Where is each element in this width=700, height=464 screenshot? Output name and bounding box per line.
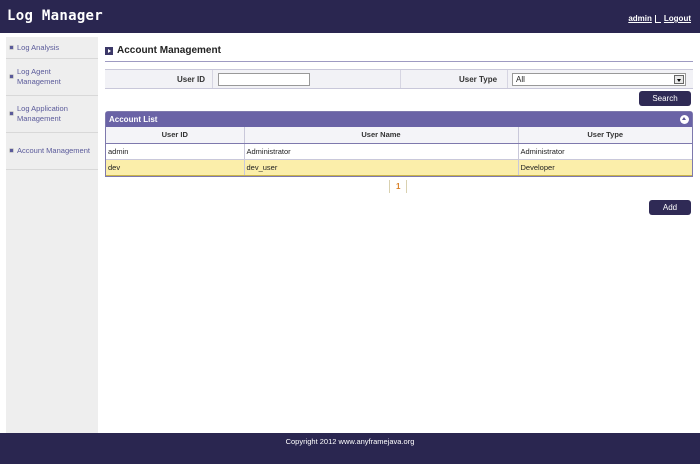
title-arrow-icon xyxy=(105,46,113,55)
page-title-text: Account Management xyxy=(117,45,221,56)
user-area: admin Logout xyxy=(628,14,691,23)
account-table: User ID User Name User Type admin Admini… xyxy=(106,127,692,176)
column-header-user-name[interactable]: User Name xyxy=(244,127,519,144)
account-list-header: Account List xyxy=(106,112,692,127)
user-type-selected-value: All xyxy=(516,75,525,84)
bullet-icon xyxy=(10,45,13,49)
sidebar-item-label: Log Agent Management xyxy=(17,67,61,86)
column-header-user-id[interactable]: User ID xyxy=(106,127,245,144)
title-divider xyxy=(105,61,693,62)
logout-link[interactable]: Logout xyxy=(664,14,691,23)
chevron-down-icon[interactable] xyxy=(674,75,684,84)
collapse-icon[interactable] xyxy=(680,115,689,124)
cell-user-type: Administrator xyxy=(518,143,692,160)
bullet-icon xyxy=(10,149,13,152)
pagination-page-1[interactable]: 1 xyxy=(389,180,408,193)
cell-user-name: dev_user xyxy=(244,159,519,176)
account-list-title: Account List xyxy=(109,115,158,124)
sidebar-item-log-analysis[interactable]: Log Analysis xyxy=(6,37,98,59)
footer: Copyright 2012 www.anyframejava.org xyxy=(0,433,700,464)
table-row-selected[interactable]: dev dev_user Developer xyxy=(106,159,692,176)
cell-user-id: admin xyxy=(106,143,245,160)
footer-copyright: Copyright 2012 www.anyframejava.org xyxy=(285,437,415,446)
add-button[interactable]: Add xyxy=(649,200,691,215)
sidebar-item-label: Log Analysis xyxy=(17,42,60,52)
bullet-icon xyxy=(10,112,13,115)
sidebar-item-label: Log Application Management xyxy=(17,104,68,123)
user-id-input[interactable] xyxy=(218,73,310,86)
sidebar-item-log-agent-management[interactable]: Log Agent Management xyxy=(6,59,98,96)
bullet-icon xyxy=(10,75,13,78)
cell-user-name: Administrator xyxy=(244,143,519,160)
sidebar-item-label: Account Management xyxy=(17,146,90,155)
header-bar: Log Manager admin Logout xyxy=(0,0,700,33)
table-row[interactable]: admin Administrator Administrator xyxy=(106,143,692,160)
cell-user-type: Developer xyxy=(518,159,692,176)
user-type-label: User Type xyxy=(459,75,498,84)
separator-icon xyxy=(654,14,661,23)
search-button[interactable]: Search xyxy=(639,91,691,106)
divider xyxy=(400,70,401,88)
user-id-label: User ID xyxy=(177,75,206,84)
user-type-select[interactable]: All xyxy=(512,73,686,86)
sidebar-item-account-management[interactable]: Account Management xyxy=(6,133,98,170)
sidebar-item-log-application-management[interactable]: Log Application Management xyxy=(6,96,98,133)
account-list-panel: Account List User ID User Name User Type… xyxy=(105,111,693,177)
column-header-user-type[interactable]: User Type xyxy=(518,127,692,144)
divider xyxy=(507,70,508,88)
search-panel: User ID User Type All xyxy=(105,69,693,89)
table-header-row: User ID User Name User Type xyxy=(106,127,692,144)
page-title: Account Management xyxy=(105,45,221,56)
user-name-link[interactable]: admin xyxy=(628,14,652,23)
app-title: Log Manager xyxy=(7,8,104,24)
divider xyxy=(212,70,213,88)
sidebar: Log Analysis Log Agent Management Log Ap… xyxy=(6,37,98,433)
cell-user-id: dev xyxy=(106,159,245,176)
